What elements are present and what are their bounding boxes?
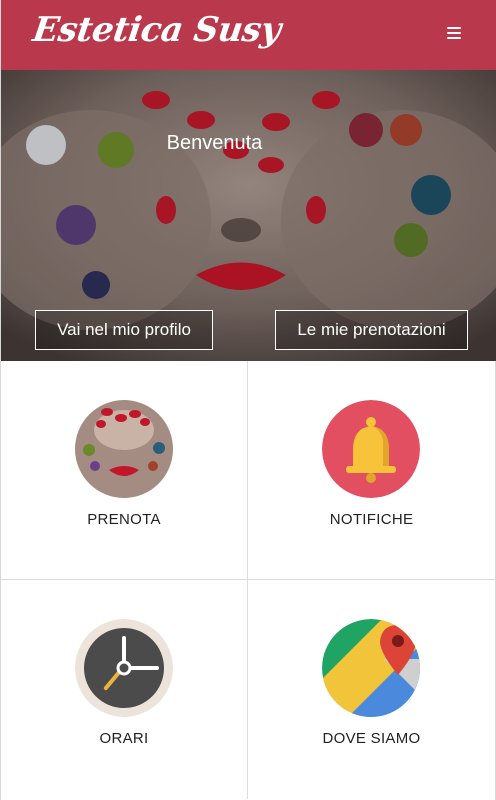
nails-photo-icon (75, 400, 173, 498)
profile-button[interactable]: Vai nel mio profilo (35, 310, 213, 350)
tile-label: ORARI (99, 730, 149, 747)
tile-orari[interactable]: ORARI (1, 580, 248, 799)
tile-label: DOVE SIAMO (322, 730, 421, 747)
tile-label: PRENOTA (87, 511, 161, 528)
clock-icon (75, 619, 173, 717)
bell-icon (322, 400, 420, 498)
tile-label: NOTIFICHE (329, 511, 414, 528)
hero-banner: Benvenuta Vai nel mio profilo Le mie pre… (1, 70, 496, 361)
menu-grid: PRENOTA NOTIFICHE ORARI DOVE SIAMO (1, 361, 496, 800)
tile-prenota[interactable]: PRENOTA (1, 361, 248, 580)
app-header: Estetica Susy (1, 0, 496, 70)
bookings-button[interactable]: Le mie prenotazioni (275, 310, 468, 350)
tile-dove-siamo[interactable]: DOVE SIAMO (248, 580, 495, 799)
tile-notifiche[interactable]: NOTIFICHE (248, 361, 495, 580)
greeting-text: Benvenuta (166, 132, 263, 154)
brand-logo: Estetica Susy (30, 10, 284, 50)
app-screen: Estetica Susy Benvenuta Vai nel mio prof… (0, 0, 496, 800)
hamburger-icon[interactable] (447, 27, 461, 41)
map-pin-icon (322, 619, 420, 717)
